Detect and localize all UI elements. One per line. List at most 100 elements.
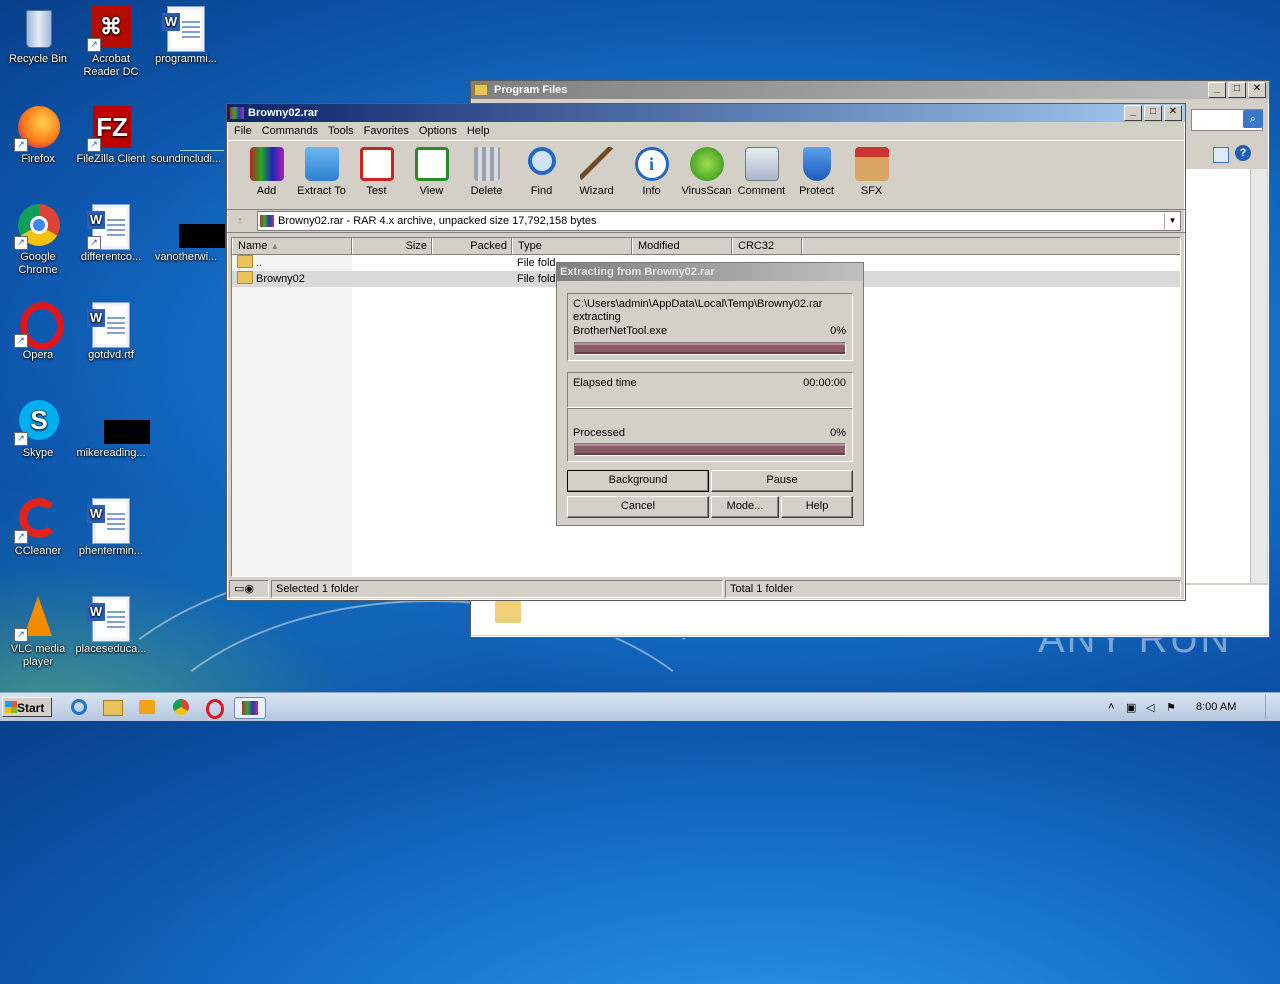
winrar-icon	[230, 107, 244, 119]
background-button[interactable]: Background	[567, 470, 709, 492]
black-file-icon	[89, 400, 150, 444]
menu-tools[interactable]: Tools	[323, 125, 359, 137]
preview-pane-icon[interactable]	[1213, 147, 1229, 163]
desktop-icon-black[interactable]: vanotherwi...	[148, 204, 225, 264]
wizard-icon	[579, 147, 614, 181]
cancel-button[interactable]: Cancel	[567, 496, 709, 518]
minimize-button[interactable]: _	[1124, 105, 1142, 121]
drive-icon[interactable]: ▭◉	[229, 580, 269, 598]
view-button[interactable]: View	[404, 147, 459, 197]
network-icon[interactable]: ▣	[1126, 701, 1146, 714]
file-percent: 0%	[830, 325, 846, 337]
desktop-icon-acrobat[interactable]: ⌘ ↗ Acrobat Reader DC	[73, 6, 149, 79]
column-type[interactable]: Type	[512, 238, 632, 254]
column-packed[interactable]: Packed	[432, 238, 512, 254]
info-button[interactable]: i Info	[624, 147, 679, 197]
column-size[interactable]: Size	[352, 238, 432, 254]
desktop-icon-rtf[interactable]: gotdvd.rtf	[73, 302, 149, 362]
window-title: Program Files	[494, 84, 568, 96]
dialog-titlebar[interactable]: Extracting from Browny02.rar	[557, 263, 863, 281]
chevron-down-icon[interactable]: ▼	[1164, 213, 1180, 229]
desktop-icon-doc[interactable]: programmi...	[148, 6, 224, 66]
extract-icon	[304, 147, 339, 181]
ie-taskbar-icon[interactable]	[68, 697, 90, 717]
desktop-icon-doc[interactable]: ↗ differentco...	[73, 204, 149, 264]
comment-button[interactable]: Comment	[734, 147, 789, 197]
word-doc-icon	[87, 596, 133, 642]
desktop-icon-recycle-bin[interactable]: Recycle Bin	[0, 6, 76, 66]
explorer-taskbar-icon[interactable]	[102, 697, 124, 717]
minimize-button[interactable]: _	[1208, 82, 1226, 98]
menu-commands[interactable]: Commands	[257, 125, 323, 137]
help-icon[interactable]: ?	[1235, 145, 1251, 161]
menu-bar: File Commands Tools Favorites Options He…	[227, 122, 1185, 140]
protect-button[interactable]: Protect	[789, 147, 844, 197]
extract-dialog[interactable]: Extracting from Browny02.rar C:\Users\ad…	[556, 262, 864, 526]
desktop-icon-ccleaner[interactable]: ↗ CCleaner	[0, 498, 76, 558]
pause-button[interactable]: Pause	[711, 470, 853, 492]
chrome-taskbar-icon[interactable]	[170, 697, 192, 717]
up-arrow-icon[interactable]: ↑	[231, 215, 249, 227]
status-right: Total 1 folder	[725, 580, 1181, 598]
test-button[interactable]: Test	[349, 147, 404, 197]
word-doc-icon: ↗	[87, 204, 133, 250]
archive-path-combo[interactable]: Browny02.rar - RAR 4.x archive, unpacked…	[257, 211, 1181, 231]
menu-file[interactable]: File	[229, 125, 257, 137]
filezilla-icon: FZ ↗	[87, 106, 133, 152]
desktop-icon-opera[interactable]: ↗ Opera	[0, 302, 76, 362]
winrar-taskbar-icon[interactable]	[234, 697, 266, 719]
system-tray: ˄ ▣ ◁ ⚑ 8:00 AM	[1100, 693, 1280, 721]
column-modified[interactable]: Modified	[632, 238, 732, 254]
column-crc32[interactable]: CRC32	[732, 238, 802, 254]
delete-button[interactable]: Delete	[459, 147, 514, 197]
mode-button[interactable]: Mode...	[711, 496, 779, 518]
search-icon[interactable]: ⌕	[1243, 110, 1263, 128]
dialog-title: Extracting from Browny02.rar	[560, 266, 715, 278]
address-bar: ↑ Browny02.rar - RAR 4.x archive, unpack…	[227, 210, 1185, 233]
menu-favorites[interactable]: Favorites	[359, 125, 414, 137]
menu-options[interactable]: Options	[414, 125, 462, 137]
desktop-icon-doc[interactable]: placeseduca...	[73, 596, 149, 656]
menu-help[interactable]: Help	[462, 125, 495, 137]
desktop-icon-doc[interactable]: phentermin...	[73, 498, 149, 558]
virusscan-icon	[689, 147, 724, 181]
desktop-icon-vlc[interactable]: ↗ VLC media player	[0, 596, 76, 669]
desktop-icon-firefox[interactable]: ↗ Firefox	[0, 106, 76, 166]
wizard-button[interactable]: Wizard	[569, 147, 624, 197]
desktop-icon-skype[interactable]: S ↗ Skype	[0, 400, 76, 460]
word-doc-icon	[162, 6, 208, 52]
desktop-icon-chrome[interactable]: ↗ Google Chrome	[0, 204, 76, 277]
desktop-icon-filezilla[interactable]: FZ ↗ FileZilla Client	[73, 106, 149, 166]
desktop-icon-black[interactable]: mikereading...	[73, 400, 150, 460]
clock[interactable]: 8:00 AM	[1196, 701, 1236, 713]
program-files-titlebar[interactable]: Program Files _ □ ✕	[471, 81, 1269, 99]
add-button[interactable]: Add	[239, 147, 294, 197]
taskbar: Start ˄ ▣ ◁ ⚑ 8:00 AM	[0, 692, 1280, 721]
word-doc-icon	[87, 498, 133, 544]
maximize-button[interactable]: □	[1144, 105, 1162, 121]
show-desktop-button[interactable]	[1265, 695, 1280, 719]
speaker-icon[interactable]: ◁	[1146, 701, 1166, 714]
extract-to-button[interactable]: Extract To	[294, 147, 349, 197]
find-button[interactable]: Find	[514, 147, 569, 197]
column-name[interactable]: Name ▲	[232, 238, 352, 254]
maximize-button[interactable]: □	[1228, 82, 1246, 98]
sfx-button[interactable]: SFX	[844, 147, 899, 197]
close-button[interactable]: ✕	[1164, 105, 1182, 121]
folder-icon	[237, 271, 253, 284]
skype-icon: S ↗	[14, 400, 60, 446]
close-button[interactable]: ✕	[1248, 82, 1266, 98]
window-title: Browny02.rar	[248, 107, 319, 119]
scrollbar[interactable]	[1250, 169, 1267, 583]
virusscan-button[interactable]: VirusScan	[679, 147, 734, 197]
help-button[interactable]: Help	[781, 496, 853, 518]
chevron-up-icon[interactable]: ˄	[1108, 701, 1122, 713]
winrar-titlebar[interactable]: Browny02.rar _ □ ✕	[227, 104, 1185, 122]
start-button[interactable]: Start	[2, 697, 52, 717]
protect-icon	[802, 147, 831, 181]
desktop-icon-sound[interactable]: soundincludi...	[148, 106, 224, 166]
file-progress-bar	[574, 342, 846, 355]
opera-taskbar-icon[interactable]	[204, 697, 226, 719]
flag-icon[interactable]: ⚑	[1166, 701, 1186, 714]
media-player-taskbar-icon[interactable]	[136, 697, 158, 717]
